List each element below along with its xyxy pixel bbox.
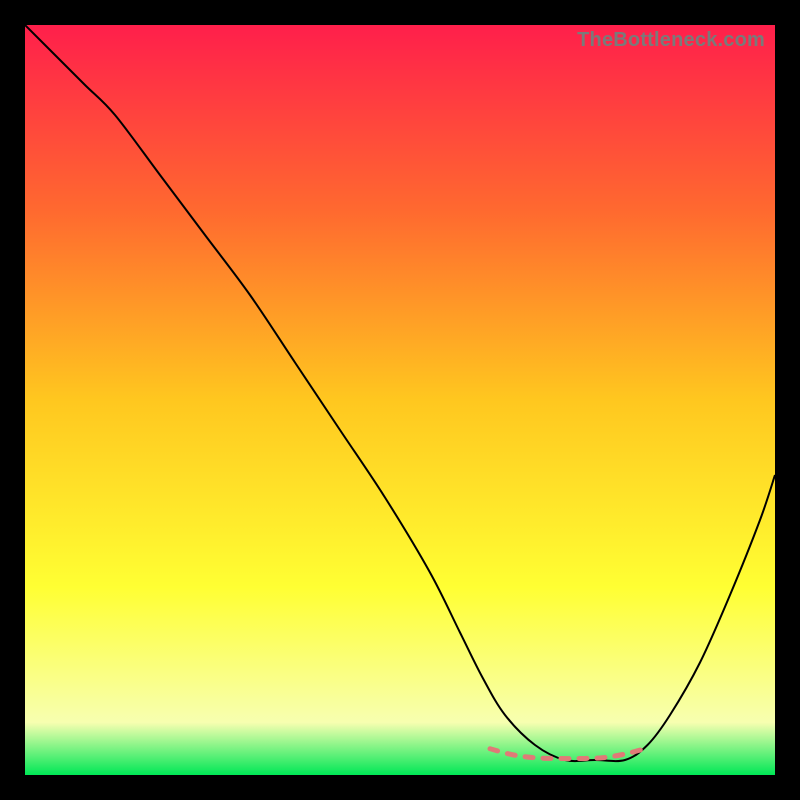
chart-frame: TheBottleneck.com: [25, 25, 775, 775]
watermark-text: TheBottleneck.com: [577, 29, 765, 52]
gradient-background: [25, 25, 775, 775]
bottleneck-chart: [25, 25, 775, 775]
